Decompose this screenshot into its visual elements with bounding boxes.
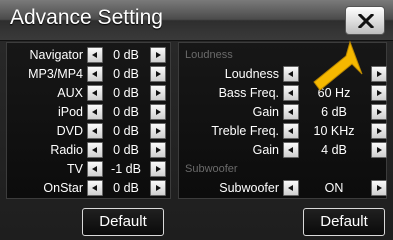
decrease-button[interactable] (87, 66, 103, 82)
row-label: Bass Freq. (218, 86, 279, 100)
decrease-button[interactable] (283, 85, 299, 101)
decrease-button[interactable] (283, 104, 299, 120)
decrease-button[interactable] (283, 123, 299, 139)
row-value: 0 dB (113, 105, 139, 119)
row-label: Navigator (29, 48, 84, 62)
row-value: 0 dB (113, 67, 139, 81)
row-value: 0 dB (113, 86, 139, 100)
decrease-button[interactable] (87, 123, 103, 139)
increase-button[interactable] (150, 47, 166, 63)
subwoofer-row: Subwoofer ON (179, 179, 387, 197)
close-button[interactable] (345, 6, 385, 35)
volume-row-radio: Radio 0 dB (7, 141, 170, 159)
row-value: -1 dB (111, 162, 141, 176)
increase-button[interactable] (150, 161, 166, 177)
title-bar: Advance Setting (0, 0, 393, 41)
yellow-pointer-arrow-icon (313, 40, 363, 91)
row-value: 0 dB (113, 181, 139, 195)
decrease-button[interactable] (283, 142, 299, 158)
default-button-right[interactable]: Default (303, 208, 385, 236)
row-value: 0 dB (113, 124, 139, 138)
loudness-section-header: Loudness (185, 49, 233, 61)
increase-button[interactable] (150, 66, 166, 82)
volume-row-mp3: MP3/MP4 0 dB (7, 65, 170, 83)
volume-row-tv: TV -1 dB (7, 160, 170, 178)
row-label: DVD (56, 124, 83, 138)
decrease-button[interactable] (283, 180, 299, 196)
row-label: Radio (50, 143, 83, 157)
row-label: Gain (252, 105, 279, 119)
row-value: 0 dB (113, 48, 139, 62)
increase-button[interactable] (150, 180, 166, 196)
row-value: 6 dB (321, 105, 347, 119)
default-button-left[interactable]: Default (82, 208, 164, 236)
row-value: 10 KHz (313, 124, 355, 138)
row-label: iPod (57, 105, 83, 119)
row-label: MP3/MP4 (28, 67, 83, 81)
source-volume-panel: Navigator 0 dB MP3/MP4 0 dB AUX 0 dB iPo… (6, 42, 171, 199)
row-label: Gain (252, 143, 279, 157)
row-label: Subwoofer (219, 181, 279, 195)
increase-button[interactable] (371, 142, 387, 158)
volume-row-aux: AUX 0 dB (7, 84, 170, 102)
tone-row-bass-gain: Gain 6 dB (179, 103, 387, 121)
decrease-button[interactable] (87, 180, 103, 196)
decrease-button[interactable] (87, 104, 103, 120)
volume-row-navigator: Navigator 0 dB (7, 46, 170, 64)
decrease-button[interactable] (283, 66, 299, 82)
row-value: ON (324, 181, 344, 195)
tone-row-treble-gain: Gain 4 dB (179, 141, 387, 159)
volume-row-ipod: iPod 0 dB (7, 103, 170, 121)
row-label: AUX (57, 86, 83, 100)
increase-button[interactable] (371, 104, 387, 120)
subwoofer-section-header: Subwoofer (185, 163, 238, 175)
page-title: Advance Setting (10, 6, 163, 29)
increase-button[interactable] (150, 142, 166, 158)
decrease-button[interactable] (87, 47, 103, 63)
increase-button[interactable] (150, 123, 166, 139)
decrease-button[interactable] (87, 161, 103, 177)
close-icon (358, 14, 374, 28)
advance-setting-screen: Advance Setting Navigator 0 dB MP3/MP4 0… (0, 0, 393, 240)
increase-button[interactable] (150, 85, 166, 101)
increase-button[interactable] (371, 180, 387, 196)
row-label: Treble Freq. (211, 124, 279, 138)
tone-row-treble-freq: Treble Freq. 10 KHz (179, 122, 387, 140)
row-value: 0 dB (113, 143, 139, 157)
increase-button[interactable] (371, 123, 387, 139)
row-label: OnStar (43, 181, 83, 195)
decrease-button[interactable] (87, 85, 103, 101)
volume-row-dvd: DVD 0 dB (7, 122, 170, 140)
row-label: Loudness (224, 67, 279, 81)
row-value: 4 dB (321, 143, 347, 157)
volume-row-onstar: OnStar 0 dB (7, 179, 170, 197)
decrease-button[interactable] (87, 142, 103, 158)
increase-button[interactable] (150, 104, 166, 120)
row-label: TV (67, 162, 83, 176)
